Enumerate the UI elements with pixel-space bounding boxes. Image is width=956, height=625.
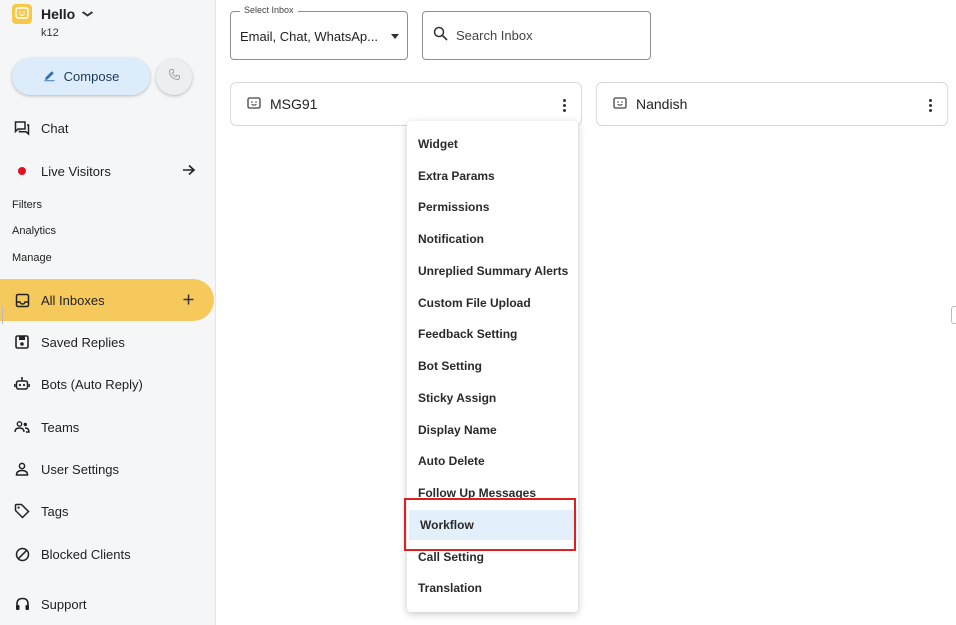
select-inbox-dropdown[interactable]: Select Inbox Email, Chat, WhatsAp... (230, 5, 408, 60)
sidebar-item-saved-replies[interactable]: Saved Replies (0, 322, 216, 362)
sidebar-item-blocked-clients[interactable]: Blocked Clients (0, 534, 216, 574)
sidebar-section-analytics[interactable]: Analytics (12, 225, 56, 237)
sidebar-item-tags[interactable]: Tags (0, 491, 216, 531)
inbox-card-name: Nandish (636, 96, 688, 112)
sidebar-item-label: Live Visitors (41, 163, 111, 179)
pencil-icon (43, 69, 56, 85)
brand-subtitle: k12 (41, 27, 59, 39)
sidebar-item-label: Saved Replies (41, 334, 125, 350)
menu-item-custom-file-upload[interactable]: Custom File Upload (407, 288, 578, 318)
menu-item-display-name[interactable]: Display Name (407, 415, 578, 445)
chat-bubble-icon (246, 96, 262, 112)
user-icon (14, 461, 30, 477)
smiley-icon (12, 4, 32, 24)
menu-item-call-setting[interactable]: Call Setting (407, 542, 578, 572)
search-inbox-field[interactable] (422, 11, 651, 60)
live-dot-icon (14, 163, 30, 179)
sidebar-item-bots[interactable]: Bots (Auto Reply) (0, 364, 216, 404)
arrow-right-icon[interactable] (182, 163, 196, 179)
left-resize-handle[interactable] (0, 306, 3, 324)
sidebar-item-label: All Inboxes (41, 292, 105, 308)
plus-icon[interactable] (183, 292, 194, 308)
menu-item-notification[interactable]: Notification (407, 224, 578, 254)
menu-item-auto-delete[interactable]: Auto Delete (407, 446, 578, 476)
sidebar-item-label: Blocked Clients (41, 546, 131, 562)
inbox-card-nandish[interactable]: Nandish (596, 82, 948, 126)
inbox-card-name: MSG91 (270, 96, 318, 112)
sidebar-item-label: Support (41, 596, 87, 612)
sidebar: Hello k12 Compose Chat Live Visitors Fil… (0, 0, 216, 625)
inbox-icon (14, 292, 30, 308)
menu-item-extra-params[interactable]: Extra Params (407, 161, 578, 191)
tag-icon (14, 503, 30, 519)
sidebar-item-label: Tags (41, 503, 69, 519)
search-icon (433, 26, 448, 46)
app-root: Hello k12 Compose Chat Live Visitors Fil… (0, 0, 956, 625)
menu-item-widget[interactable]: Widget (407, 129, 578, 159)
inbox-card-msg91[interactable]: MSG91 (230, 82, 582, 126)
sidebar-item-live-visitors[interactable]: Live Visitors (0, 151, 216, 191)
sidebar-item-support[interactable]: Support (0, 584, 216, 624)
robot-icon (14, 376, 30, 392)
sidebar-section-filters[interactable]: Filters (12, 199, 42, 211)
call-button[interactable] (156, 59, 192, 95)
brand-switcher[interactable]: Hello (12, 4, 94, 24)
menu-item-follow-up-messages[interactable]: Follow Up Messages (407, 478, 578, 508)
caret-down-icon (391, 34, 399, 39)
brand-name: Hello (41, 6, 76, 22)
search-input[interactable] (456, 28, 636, 43)
block-icon (14, 546, 30, 562)
sidebar-item-teams[interactable]: Teams (0, 407, 216, 447)
menu-item-workflow[interactable]: Workflow (409, 510, 577, 540)
sidebar-item-label: Chat (41, 120, 69, 136)
menu-item-feedback-setting[interactable]: Feedback Setting (407, 319, 578, 349)
menu-item-translation[interactable]: Translation (407, 573, 578, 603)
sidebar-section-manage[interactable]: Manage (12, 252, 52, 264)
sidebar-item-label: User Settings (41, 461, 120, 477)
menu-item-permissions[interactable]: Permissions (407, 192, 578, 222)
compose-button[interactable]: Compose (12, 58, 150, 95)
sidebar-item-user-settings[interactable]: User Settings (0, 449, 216, 489)
menu-item-unreplied-summary-alerts[interactable]: Unreplied Summary Alerts (407, 256, 578, 286)
saved-replies-icon (14, 334, 30, 350)
kebab-menu-icon[interactable] (927, 96, 933, 114)
headset-icon (14, 596, 30, 612)
chevron-down-icon (81, 9, 94, 20)
kebab-menu-icon[interactable] (561, 96, 567, 114)
teams-icon (14, 419, 30, 435)
menu-item-bot-setting[interactable]: Bot Setting (407, 351, 578, 381)
right-resize-handle[interactable] (951, 306, 956, 324)
phone-icon (168, 68, 181, 86)
sidebar-item-all-inboxes[interactable]: All Inboxes (0, 279, 214, 321)
chat-bubble-icon (612, 96, 628, 112)
menu-item-sticky-assign[interactable]: Sticky Assign (407, 383, 578, 413)
chat-icon (14, 120, 30, 136)
sidebar-item-label: Bots (Auto Reply) (41, 376, 143, 392)
sidebar-item-chat[interactable]: Chat (0, 108, 216, 148)
select-inbox-legend: Select Inbox (240, 5, 298, 15)
sidebar-item-label: Teams (41, 419, 80, 435)
inbox-options-menu: Widget Extra Params Permissions Notifica… (407, 121, 578, 612)
select-inbox-value: Email, Chat, WhatsAp... (240, 29, 378, 44)
compose-label: Compose (63, 69, 120, 84)
